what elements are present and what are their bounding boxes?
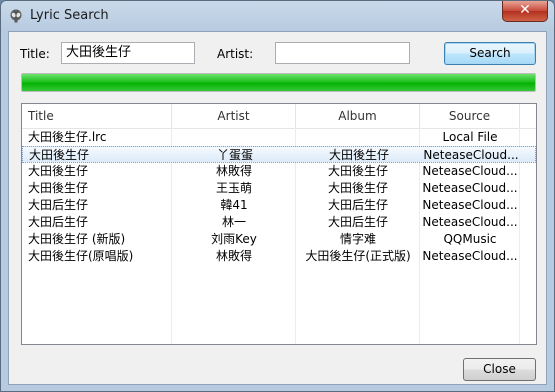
dialog-body: Title: 大田後生仔 Artist: Search Title Artist… bbox=[8, 31, 547, 385]
cell-album: 大田后生仔 bbox=[327, 215, 388, 229]
cell-source: Local File bbox=[442, 130, 498, 144]
search-progress-bar bbox=[21, 73, 536, 92]
cell-album bbox=[296, 129, 420, 146]
column-header-title[interactable]: Title bbox=[22, 104, 172, 128]
list-item[interactable]: 大田後生仔 王玉萌 大田後生仔 NeteaseCloud... bbox=[22, 180, 536, 197]
cell-title: 大田后生仔 bbox=[28, 198, 89, 212]
cell-album: 大田後生仔 bbox=[327, 164, 388, 178]
list-item[interactable]: 大田後生仔(原唱版) 林敗得 大田後生仔(正式版) NeteaseCloud... bbox=[22, 248, 536, 265]
cell-source: NeteaseCloud... bbox=[422, 164, 518, 178]
search-button[interactable]: Search bbox=[444, 42, 536, 65]
window-close-button[interactable]: ✕ bbox=[502, 1, 548, 22]
cell-album: 情字难 bbox=[339, 232, 376, 246]
cell-source: NeteaseCloud... bbox=[422, 249, 518, 263]
cell-title: 大田后生仔 bbox=[28, 215, 89, 229]
list-item[interactable]: 大田後生仔.lrc Local File bbox=[22, 129, 536, 146]
column-header-source[interactable]: Source bbox=[420, 104, 520, 128]
cell-source: NeteaseCloud... bbox=[422, 198, 518, 212]
list-header: Title Artist Album Source bbox=[22, 104, 536, 129]
alien-app-icon bbox=[10, 9, 22, 23]
cell-artist: 刘雨Key bbox=[211, 232, 257, 246]
cell-album: 大田後生仔 bbox=[327, 181, 388, 195]
cell-title: 大田後生仔.lrc bbox=[28, 130, 107, 144]
cell-source: NeteaseCloud... bbox=[423, 148, 519, 162]
column-header-artist[interactable]: Artist bbox=[172, 104, 296, 128]
lyric-search-window: Lyric Search ✕ Title: 大田後生仔 Artist: Sear… bbox=[0, 0, 555, 392]
column-header-album[interactable]: Album bbox=[296, 104, 420, 128]
cell-album: 大田后生仔 bbox=[327, 198, 388, 212]
cell-artist: 林敗得 bbox=[215, 249, 252, 263]
cell-source: NeteaseCloud... bbox=[422, 215, 518, 229]
cell-title: 大田後生仔(原唱版) bbox=[28, 249, 134, 263]
cell-artist: 韓41 bbox=[220, 198, 248, 212]
list-item[interactable]: 大田后生仔 林一 大田后生仔 NeteaseCloud... bbox=[22, 214, 536, 231]
cell-artist: 林敗得 bbox=[215, 164, 252, 178]
artist-input[interactable] bbox=[275, 42, 410, 64]
title-label: Title: bbox=[20, 47, 50, 61]
list-item[interactable]: 大田後生仔 丫蛋蛋 大田後生仔 NeteaseCloud... bbox=[22, 146, 536, 163]
cell-title: 大田後生仔 bbox=[28, 181, 89, 195]
cell-artist: 王玉萌 bbox=[215, 181, 252, 195]
list-item[interactable]: 大田後生仔 (新版) 刘雨Key 情字难 QQMusic bbox=[22, 231, 536, 248]
cell-source: QQMusic bbox=[443, 232, 497, 246]
cell-artist bbox=[172, 129, 296, 146]
title-bar[interactable]: Lyric Search ✕ bbox=[1, 1, 554, 31]
list-item[interactable]: 大田后生仔 韓41 大田后生仔 NeteaseCloud... bbox=[22, 197, 536, 214]
list-item[interactable]: 大田後生仔 林敗得 大田後生仔 NeteaseCloud... bbox=[22, 163, 536, 180]
cell-source: NeteaseCloud... bbox=[422, 181, 518, 195]
cell-title: 大田後生仔 bbox=[28, 164, 89, 178]
window-title: Lyric Search bbox=[30, 8, 109, 23]
cell-title: 大田後生仔 (新版) bbox=[28, 232, 126, 246]
cell-album: 大田後生仔(正式版) bbox=[305, 249, 411, 263]
cell-album: 大田後生仔 bbox=[328, 148, 389, 162]
title-input[interactable]: 大田後生仔 bbox=[61, 42, 195, 64]
artist-label: Artist: bbox=[217, 47, 254, 61]
progress-fill bbox=[22, 74, 535, 91]
close-icon: ✕ bbox=[519, 2, 531, 18]
results-list[interactable]: Title Artist Album Source 大田後生仔.lrc Local… bbox=[21, 103, 537, 345]
cell-artist: 林一 bbox=[221, 215, 246, 229]
cell-artist: 丫蛋蛋 bbox=[216, 148, 253, 162]
cell-title: 大田後生仔 bbox=[29, 148, 90, 162]
close-button[interactable]: Close bbox=[463, 358, 536, 381]
